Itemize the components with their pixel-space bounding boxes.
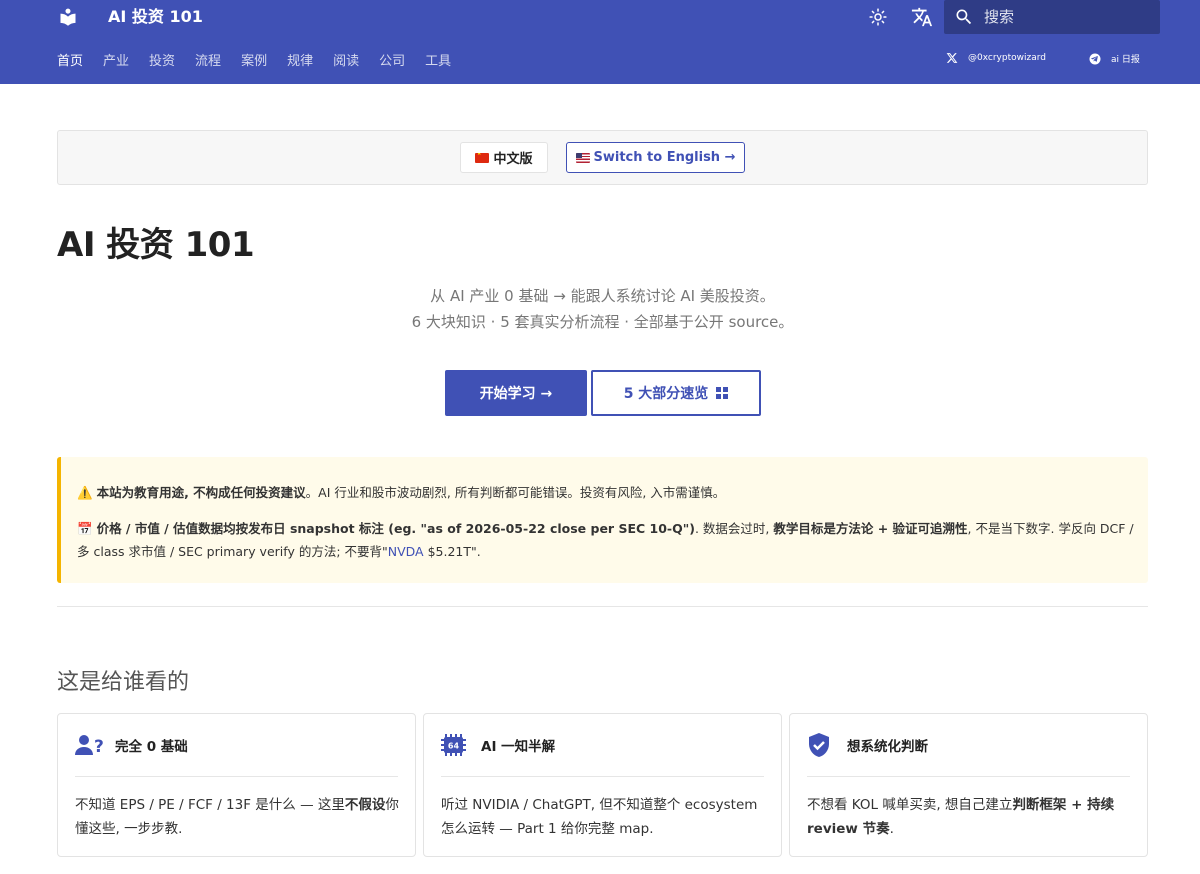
card-body: 不知道 EPS / PE / FCF / 13F 是什么 — 这里不假设你懂这些… [75, 793, 405, 841]
shield-check-icon [809, 733, 829, 757]
card-body-text: 不想看 KOL 喊单买卖, 想自己建立 [807, 797, 1013, 813]
card-body-text-end: . [889, 821, 894, 837]
top-nav: 首页 产业 投资 流程 案例 规律 阅读 公司 工具 [57, 53, 471, 71]
disclaimer-line-2: 📅 价格 / 市值 / 估值数据均按发布日 snapshot 标注 (eg. "… [77, 517, 1137, 563]
nav-companies[interactable]: 公司 [379, 53, 405, 71]
audience-section-title: 这是给谁看的 [57, 670, 190, 695]
theme-toggle-sun-icon[interactable] [868, 7, 888, 27]
card-title: 想系统化判断 [847, 739, 928, 755]
card-body-text: 听过 NVIDIA / ChatGPT, 但不知道整个 ecosystem 怎么… [441, 797, 758, 837]
nav-patterns[interactable]: 规律 [287, 53, 313, 71]
tagline-line-2: 6 大块知识 · 5 套真实分析流程 · 全部基于公开 source。 [411, 313, 794, 331]
switch-to-english-button[interactable]: Switch to English → [566, 142, 745, 173]
hero-tagline: 从 AI 产业 0 基础 → 能跟人系统讨论 AI 美股投资。 6 大块知识 ·… [57, 283, 1148, 335]
page-title: AI 投资 101 [57, 225, 255, 265]
user-question-icon: ? [75, 735, 104, 757]
disclaimer-rest: 。AI 行业和股市波动剧烈, 所有判断都可能错误。投资有风险, 入市需谨慎。 [305, 485, 726, 500]
nav-tools[interactable]: 工具 [425, 53, 451, 71]
audience-card-ai-basics: 64 AI 一知半解 听过 NVIDIA / ChatGPT, 但不知道整个 e… [423, 713, 782, 857]
card-title: 完全 0 基础 [115, 739, 188, 755]
search-box[interactable] [944, 0, 1160, 34]
nvda-value: $5.21T". [423, 544, 481, 559]
svg-text:?: ? [94, 737, 104, 757]
tagline-line-1: 从 AI 产业 0 基础 → 能跟人系统讨论 AI 美股投资。 [430, 287, 775, 305]
social-x-handle: @0xcryptowizard [968, 53, 1046, 63]
nav-cases[interactable]: 案例 [241, 53, 267, 71]
nav-process[interactable]: 流程 [195, 53, 221, 71]
section-divider [57, 606, 1148, 607]
nav-industry[interactable]: 产业 [103, 53, 129, 71]
nav-reading[interactable]: 阅读 [333, 53, 359, 71]
top-header: AI 投资 101 首页 产业 投资 流程 案例 规律 阅读 公司 工具 @0x… [0, 0, 1200, 84]
chinese-version-label: 中文版 [493, 152, 533, 167]
search-icon [956, 9, 972, 25]
card-separator [75, 776, 398, 777]
book-logo-icon[interactable] [58, 7, 78, 27]
translate-icon[interactable] [911, 6, 933, 28]
start-learning-button[interactable]: 开始学习 → [445, 370, 587, 416]
disclaimer-line-1: ⚠️ 本站为教育用途, 不构成任何投资建议。AI 行业和股市波动剧烈, 所有判断… [77, 484, 1137, 502]
disclaimer-bold: 本站为教育用途, 不构成任何投资建议 [96, 485, 306, 500]
us-flag-icon [575, 152, 590, 163]
grid-icon [716, 387, 729, 399]
site-title[interactable]: AI 投资 101 [108, 7, 203, 27]
snapshot-note-bold: 价格 / 市值 / 估值数据均按发布日 snapshot 标注 (eg. "as… [96, 521, 695, 536]
nav-invest[interactable]: 投资 [149, 53, 175, 71]
card-body: 听过 NVIDIA / ChatGPT, 但不知道整个 ecosystem 怎么… [441, 793, 771, 841]
disclaimer-box: ⚠️ 本站为教育用途, 不构成任何投资建议。AI 行业和股市波动剧烈, 所有判断… [57, 457, 1148, 583]
card-body-bold: 不假设 [344, 797, 386, 813]
snapshot-note-mid: . 数据会过时, [694, 521, 774, 536]
card-body: 不想看 KOL 喊单买卖, 想自己建立判断框架 + 持续 review 节奏. [807, 793, 1137, 841]
audience-card-beginner: ? 完全 0 基础 不知道 EPS / PE / FCF / 13F 是什么 —… [57, 713, 416, 857]
card-body-text: 不知道 EPS / PE / FCF / 13F 是什么 — 这里 [75, 797, 345, 813]
social-telegram-link[interactable]: ai 日报 [1089, 52, 1140, 65]
audience-card-systematic: 想系统化判断 不想看 KOL 喊单买卖, 想自己建立判断框架 + 持续 revi… [789, 713, 1148, 857]
social-x-link[interactable]: @0xcryptowizard [946, 52, 1046, 64]
switch-to-english-label: Switch to English → [593, 150, 736, 165]
nav-home[interactable]: 首页 [57, 53, 83, 71]
chip-icon: 64 [441, 734, 466, 756]
warning-icon: ⚠️ [77, 485, 93, 500]
calendar-icon: 📅 [77, 521, 93, 536]
teaching-goal-bold: 教学目标是方法论 + 验证可追溯性 [773, 521, 968, 536]
card-separator [807, 776, 1130, 777]
china-flag-icon [475, 152, 490, 163]
language-switch-box: 中文版 Switch to English → [57, 130, 1148, 185]
x-logo-icon [946, 53, 958, 63]
search-input[interactable] [984, 0, 1154, 34]
overview-button[interactable]: 5 大部分速览 [591, 370, 761, 416]
chinese-version-button[interactable]: 中文版 [460, 142, 548, 173]
svg-text:64: 64 [448, 742, 460, 751]
card-header: 想系统化判断 [807, 732, 928, 758]
telegram-icon [1089, 53, 1101, 64]
overview-button-label: 5 大部分速览 [623, 386, 709, 402]
card-header: 64 AI 一知半解 [441, 732, 555, 758]
card-separator [441, 776, 764, 777]
card-header: ? 完全 0 基础 [75, 732, 188, 758]
social-telegram-label: ai 日报 [1111, 55, 1140, 65]
card-title: AI 一知半解 [481, 739, 556, 755]
nvda-link[interactable]: NVDA [388, 544, 424, 559]
